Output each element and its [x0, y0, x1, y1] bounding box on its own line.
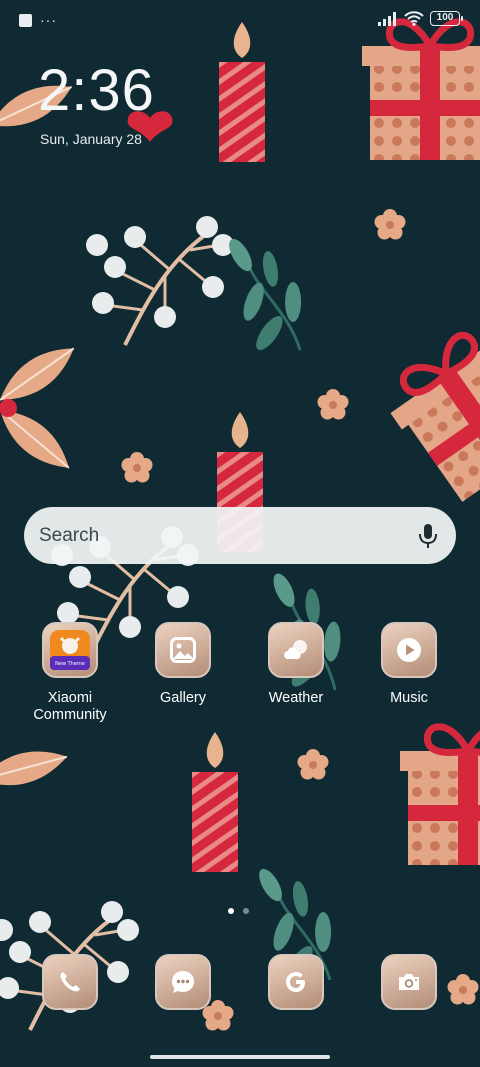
- battery-level: 100: [436, 12, 454, 23]
- clock-time[interactable]: 2:36: [38, 58, 155, 124]
- phone-icon: [42, 954, 98, 1010]
- weather-icon: [268, 622, 324, 678]
- app-label: Music: [390, 690, 428, 706]
- music-icon: [381, 622, 437, 678]
- status-bar: ··· 100: [0, 0, 480, 42]
- app-gallery[interactable]: Gallery: [128, 622, 238, 707]
- app-label: Gallery: [160, 690, 206, 706]
- dock-phone[interactable]: [15, 954, 125, 1010]
- clock-date[interactable]: Sun, January 28: [40, 131, 142, 147]
- app-xiaomi-community[interactable]: New Theme Xiaomi Community: [15, 622, 125, 724]
- signal-icon: [378, 11, 396, 26]
- app-music[interactable]: Music: [354, 622, 464, 707]
- dock-camera[interactable]: [354, 954, 464, 1010]
- camera-icon: [381, 954, 437, 1010]
- battery-icon: 100: [430, 11, 463, 26]
- notification-icon: [19, 14, 32, 27]
- messages-icon: [155, 954, 211, 1010]
- search-bar[interactable]: Search: [24, 507, 456, 564]
- gallery-icon: [155, 622, 211, 678]
- more-notifications-icon: ···: [40, 12, 57, 28]
- page-indicator: [228, 908, 249, 914]
- app-weather[interactable]: Weather: [241, 622, 351, 707]
- search-placeholder: Search: [39, 524, 100, 546]
- app-label: Xiaomi Community: [33, 690, 107, 723]
- microphone-icon[interactable]: [418, 523, 438, 549]
- dock-google[interactable]: [241, 954, 351, 1010]
- app-label: Weather: [268, 690, 324, 706]
- page-dot: [243, 908, 249, 914]
- dock-messages[interactable]: [128, 954, 238, 1010]
- xiaomi-community-badge-text: New Theme: [55, 661, 85, 667]
- google-icon: [268, 954, 324, 1010]
- page-dot-active: [228, 908, 234, 914]
- home-indicator[interactable]: [150, 1055, 330, 1059]
- wifi-icon: [404, 11, 424, 26]
- xiaomi-community-icon: New Theme: [42, 622, 98, 678]
